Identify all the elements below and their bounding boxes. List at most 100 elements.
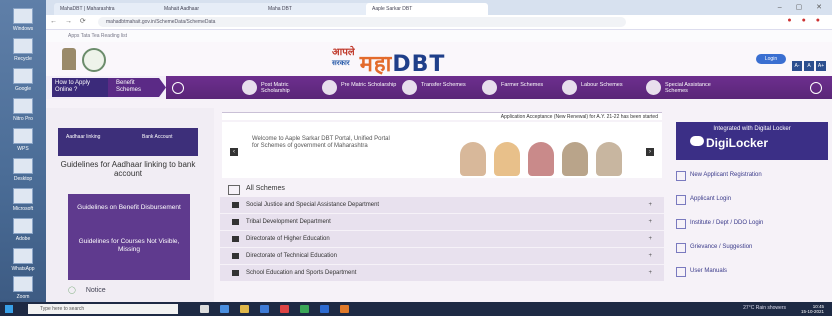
digilocker-banner[interactable]: Integrated with Digital Locker DigiLocke…	[676, 122, 828, 160]
browser-tab[interactable]: Mahait Aadhaar	[158, 3, 270, 15]
department-row[interactable]: Tribal Development Department +	[220, 214, 664, 230]
windows-start-icon[interactable]	[5, 305, 13, 313]
department-row[interactable]: Directorate of Higher Education +	[220, 231, 664, 247]
how-to-apply-button[interactable]: How to Apply Online ?	[52, 78, 108, 97]
all-schemes-panel: All Schemes Social Justice and Special A…	[220, 182, 664, 302]
nav-left: How to Apply Online ? Benefit Schemes	[46, 76, 166, 99]
desktop-icon[interactable]: Recycle	[6, 38, 40, 62]
benefit-schemes-button[interactable]: Benefit Schemes	[108, 78, 166, 97]
user-manuals-link[interactable]: User Manuals	[676, 267, 727, 277]
scheme-icon	[562, 80, 577, 95]
browser-tab[interactable]: MahaDBT | Maharashtra	[54, 3, 166, 15]
taskbar-app-icon[interactable]	[220, 305, 229, 313]
aadhaar-caption: Guidelines for Aadhaar linking to bank a…	[60, 160, 196, 178]
desktop-icon[interactable]: Zoom	[6, 276, 40, 300]
expand-icon[interactable]: +	[648, 265, 652, 281]
scheme-icon	[646, 80, 661, 95]
schemes-nav: How to Apply Online ? Benefit Schemes Po…	[46, 76, 832, 99]
govt-seal-icon	[82, 48, 106, 72]
logo-aaple: आपले सरकार	[332, 47, 355, 68]
department-icon	[232, 253, 239, 259]
grievance-link[interactable]: Grievance / Suggestion	[676, 243, 752, 253]
taskbar-app-icon[interactable]	[320, 305, 329, 313]
desktop-icons: Windows Recycle Google Nitro Pro WPS Des…	[0, 0, 46, 302]
department-icon	[232, 219, 239, 225]
scheme-icon	[242, 80, 257, 95]
expand-icon[interactable]: +	[648, 248, 652, 264]
building-icon	[676, 219, 686, 229]
browser-window: MahaDBT | Maharashtra Mahait Aadhaar Mah…	[46, 0, 832, 302]
announcement-marquee: Application Acceptance (New Renewal) for…	[222, 112, 662, 120]
taskbar-app-icon[interactable]	[280, 305, 289, 313]
bookmarks-bar: Apps Tata Tea Reading list	[46, 30, 832, 42]
expand-icon[interactable]: +	[648, 214, 652, 230]
main-content: Application Acceptance (New Renewal) for…	[216, 108, 664, 302]
file-explorer-icon[interactable]	[240, 305, 249, 313]
tab-bar: MahaDBT | Maharashtra Mahait Aadhaar Mah…	[46, 0, 832, 15]
department-row[interactable]: School Education and Sports Department +	[220, 265, 664, 281]
nav-next-icon[interactable]	[810, 82, 822, 94]
desktop-icon[interactable]: WPS	[6, 128, 40, 152]
taskbar: Type here to search 27°C Rain showers 10…	[0, 302, 832, 316]
font-increase-button[interactable]: A+	[816, 61, 826, 71]
nav-prev-icon[interactable]	[172, 82, 184, 94]
applicant-login-link[interactable]: Applicant Login	[676, 195, 731, 205]
browser-toolbar-icons[interactable]: ● ● ●	[787, 17, 824, 24]
nav-buttons[interactable]: ← → ⟳	[50, 17, 89, 25]
document-icon	[676, 267, 686, 277]
department-row[interactable]: Directorate of Technical Education +	[220, 248, 664, 264]
browser-tab-active[interactable]: Aaple Sarkar DBT	[366, 3, 488, 15]
desktop-icon[interactable]: Nitro Pro	[6, 98, 40, 122]
taskbar-search-input[interactable]: Type here to search	[28, 304, 178, 314]
taskbar-app-icon[interactable]	[260, 305, 269, 313]
notice-label[interactable]: ◯ Notice	[68, 286, 106, 294]
leader-photo	[562, 142, 588, 176]
guideline-benefit-disbursement-link[interactable]: Guidelines on Benefit Disbursement	[72, 204, 186, 212]
taskbar-app-icon[interactable]	[340, 305, 349, 313]
leader-photo	[596, 142, 622, 176]
all-schemes-header: All Schemes	[220, 182, 664, 196]
new-registration-link[interactable]: New Applicant Registration	[676, 171, 762, 181]
system-tray[interactable]: 27°C Rain showers	[743, 305, 786, 311]
slider-next-icon[interactable]: ›	[646, 148, 654, 156]
expand-icon[interactable]: +	[648, 231, 652, 247]
window-controls[interactable]: – ▢ ✕	[778, 3, 828, 11]
mahadbt-logo[interactable]: आपले सरकार महाDBT	[332, 48, 445, 78]
login-button[interactable]: Login	[756, 54, 786, 64]
department-icon	[232, 202, 239, 208]
department-icon	[232, 236, 239, 242]
browser-tab[interactable]: Maha DBT	[262, 3, 374, 15]
desktop-icon[interactable]: Windows	[6, 8, 40, 32]
font-size-controls: A- A A+	[790, 54, 826, 72]
logo-text: महाDBT	[359, 52, 446, 77]
aadhaar-banner: Aadhaar linking Bank Account	[58, 128, 198, 156]
expand-icon[interactable]: +	[648, 197, 652, 213]
desktop-icon[interactable]: Desktop	[6, 158, 40, 182]
institute-login-link[interactable]: Institute / Dept / DDO Login	[676, 219, 763, 229]
desktop-icon[interactable]: Google	[6, 68, 40, 92]
leader-photo	[528, 142, 554, 176]
font-decrease-button[interactable]: A-	[792, 61, 802, 71]
url-input[interactable]: mahadbtmahait.gov.in/SchemeData/SchemeDa…	[98, 17, 626, 27]
leader-photo	[494, 142, 520, 176]
notice-icon: ◯	[68, 287, 76, 294]
font-normal-button[interactable]: A	[804, 61, 814, 71]
task-view-icon[interactable]	[200, 305, 209, 313]
scheme-icon	[402, 80, 417, 95]
desktop-icon[interactable]: Adobe	[6, 218, 40, 242]
desktop-icon[interactable]: Microsoft	[6, 188, 40, 212]
guideline-courses-link[interactable]: Guidelines for Courses Not Visible, Miss…	[72, 238, 186, 254]
left-column: Aadhaar linking Bank Account Guidelines …	[46, 108, 214, 302]
scheme-icon	[482, 80, 497, 95]
slider-prev-icon[interactable]: ‹	[230, 148, 238, 156]
department-row[interactable]: Social Justice and Special Assistance De…	[220, 197, 664, 213]
desktop-icon[interactable]: WhatsApp	[6, 248, 40, 272]
clock[interactable]: 10:45 15-10-2021	[801, 304, 824, 314]
right-column: Integrated with Digital Locker DigiLocke…	[672, 108, 832, 302]
chat-icon	[676, 243, 686, 253]
site-header: आपले सरकार महाDBT Login A- A A+	[46, 42, 832, 78]
chrome-icon[interactable]	[300, 305, 309, 313]
aadhaar-guidelines-card[interactable]: Aadhaar linking Bank Account Guidelines …	[58, 128, 198, 190]
scheme-icon	[322, 80, 337, 95]
leader-photo	[460, 142, 486, 176]
